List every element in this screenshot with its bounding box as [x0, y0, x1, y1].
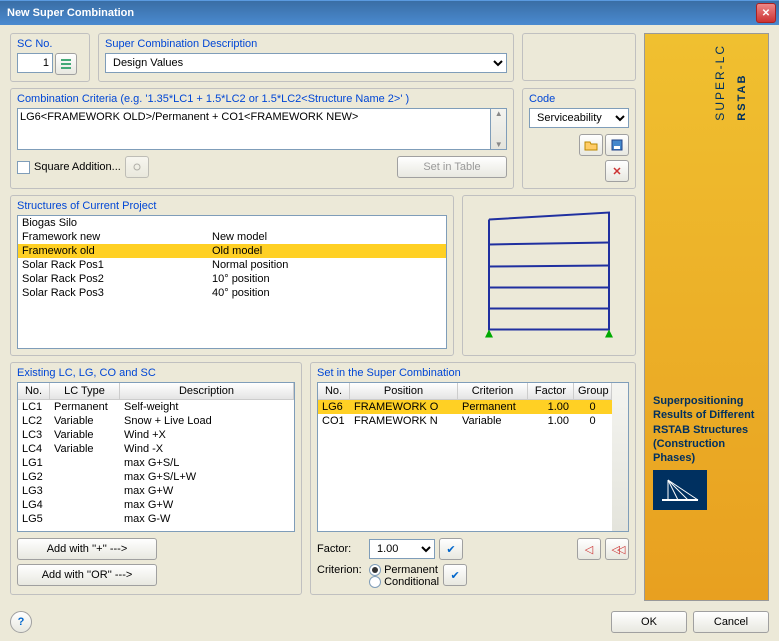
lc-row[interactable]: LC3VariableWind +X: [18, 428, 294, 442]
code-open-button[interactable]: [579, 134, 603, 156]
lc-row[interactable]: LG2max G+S/L+W: [18, 470, 294, 484]
criterion-label: Criterion:: [317, 564, 365, 576]
gear-icon: [131, 161, 143, 173]
check-icon: ✔: [451, 569, 460, 582]
scroll-down-icon: ▼: [495, 140, 503, 149]
code-group: Code Serviceability ✕: [522, 88, 636, 189]
lc-header-row: No. LC Type Description: [18, 383, 294, 400]
sc-no-group: SC No.: [10, 33, 90, 82]
add-or-button[interactable]: Add with ''OR'' --->: [17, 564, 157, 586]
structure-row[interactable]: Framework newNew model: [18, 230, 446, 244]
existing-lc-list[interactable]: No. LC Type Description LC1PermanentSelf…: [17, 382, 295, 532]
dialog-footer: ? OK Cancel: [10, 611, 769, 633]
sc-no-input[interactable]: [17, 53, 53, 73]
remove-all-button[interactable]: ◁◁: [605, 538, 629, 560]
scroll-up-icon: ▲: [495, 109, 503, 118]
delete-icon: ✕: [612, 165, 621, 178]
chevron-left-icon: ◁: [585, 543, 593, 556]
description-group: Super Combination Description Design Val…: [98, 33, 514, 82]
existing-lc-group: Existing LC, LG, CO and SC No. LC Type D…: [10, 362, 302, 595]
criteria-textarea[interactable]: LG6<FRAMEWORK OLD>/Permanent + CO1<FRAME…: [17, 108, 491, 150]
banner-logo: [653, 470, 707, 510]
description-label: Super Combination Description: [105, 38, 507, 50]
structure-row[interactable]: Framework oldOld model: [18, 244, 446, 258]
description-select[interactable]: Design Values: [105, 53, 507, 73]
add-plus-button[interactable]: Add with ''+'' --->: [17, 538, 157, 560]
lc-row[interactable]: LG5max G-W: [18, 512, 294, 526]
structure-preview: [469, 200, 629, 349]
set-in-table-button[interactable]: Set in Table: [397, 156, 507, 178]
existing-lc-label: Existing LC, LG, CO and SC: [17, 367, 295, 379]
save-icon: [611, 139, 623, 151]
criterion-conditional-radio[interactable]: [369, 576, 381, 588]
sc-row[interactable]: CO1FRAMEWORK NVariable1.000: [318, 414, 612, 428]
criteria-scrollbar[interactable]: ▲ ▼: [491, 108, 507, 150]
code-select[interactable]: Serviceability: [529, 108, 629, 128]
lc-row[interactable]: LG1max G+S/L: [18, 456, 294, 470]
lc-row[interactable]: LG3max G+W: [18, 484, 294, 498]
code-delete-button[interactable]: ✕: [605, 160, 629, 182]
structures-group: Structures of Current Project Biogas Sil…: [10, 195, 454, 356]
preview-group: [462, 195, 636, 356]
code-save-button[interactable]: [605, 134, 629, 156]
structures-label: Structures of Current Project: [17, 200, 447, 212]
factor-label: Factor:: [317, 543, 365, 555]
structure-row[interactable]: Biogas Silo: [18, 216, 446, 230]
cancel-button[interactable]: Cancel: [693, 611, 769, 633]
lc-row[interactable]: LC4VariableWind -X: [18, 442, 294, 456]
structure-row[interactable]: Solar Rack Pos210° position: [18, 272, 446, 286]
remove-one-button[interactable]: ◁: [577, 538, 601, 560]
criteria-group: Combination Criteria (e.g. '1.35*LC1 + 1…: [10, 88, 514, 189]
lc-row[interactable]: LG4max G+W: [18, 498, 294, 512]
bridge-icon: [660, 475, 700, 505]
product-banner: SUPER-LCRSTAB Superpositioning Results o…: [644, 33, 769, 601]
structure-row[interactable]: Solar Rack Pos340° position: [18, 286, 446, 300]
check-icon: ✔: [446, 543, 455, 556]
sc-header-row: No. Position Criterion Factor Group: [318, 383, 612, 400]
banner-description: Superpositioning Results of Different RS…: [653, 394, 760, 465]
window-title: New Super Combination: [7, 7, 134, 19]
lc-row[interactable]: LC1PermanentSelf-weight: [18, 400, 294, 414]
help-icon: ?: [18, 616, 25, 628]
sc-no-label: SC No.: [17, 38, 83, 50]
sc-scrollbar[interactable]: [612, 383, 628, 531]
sc-row[interactable]: LG6FRAMEWORK OPermanent1.000: [318, 400, 612, 414]
close-button[interactable]: ✕: [756, 3, 776, 23]
square-addition-checkbox[interactable]: [17, 161, 30, 174]
folder-open-icon: [584, 139, 598, 151]
title-bar: New Super Combination ✕: [0, 0, 779, 25]
structures-list[interactable]: Biogas SiloFramework newNew modelFramewo…: [17, 215, 447, 349]
square-addition-settings-button[interactable]: [125, 156, 149, 178]
set-combination-group: Set in the Super Combination No. Positio…: [310, 362, 636, 595]
code-label: Code: [529, 93, 629, 105]
banner-product-title: SUPER-LCRSTAB: [713, 44, 758, 121]
criteria-label: Combination Criteria (e.g. '1.35*LC1 + 1…: [17, 93, 507, 105]
criterion-apply-button[interactable]: ✔: [443, 564, 467, 586]
criterion-permanent-radio[interactable]: [369, 564, 381, 576]
structure-row[interactable]: Solar Rack Pos1Normal position: [18, 258, 446, 272]
set-combination-list[interactable]: No. Position Criterion Factor Group LG6F…: [317, 382, 629, 532]
ok-button[interactable]: OK: [611, 611, 687, 633]
sc-no-picker-button[interactable]: [55, 53, 77, 75]
factor-select[interactable]: 1.00: [369, 539, 435, 559]
lc-row[interactable]: LC2VariableSnow + Live Load: [18, 414, 294, 428]
help-button[interactable]: ?: [10, 611, 32, 633]
factor-apply-button[interactable]: ✔: [439, 538, 463, 560]
list-icon: [60, 58, 72, 70]
top-blank-group: [522, 33, 636, 81]
set-combination-label: Set in the Super Combination: [317, 367, 629, 379]
square-addition-label: Square Addition...: [34, 161, 121, 173]
double-chevron-left-icon: ◁◁: [612, 543, 623, 556]
